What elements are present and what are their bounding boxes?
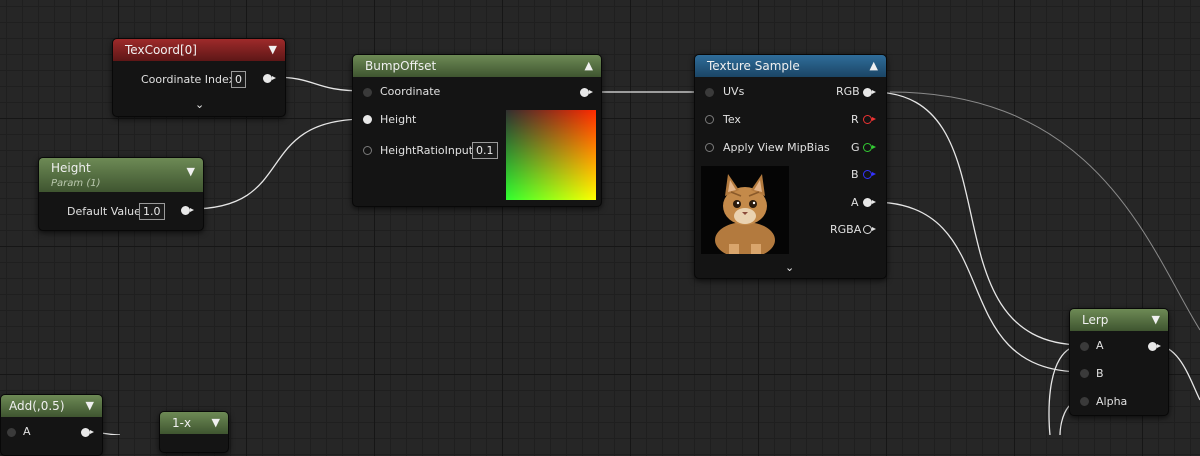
bumpoffset-title: BumpOffset xyxy=(365,59,437,73)
bumpoffset-output-pin[interactable] xyxy=(580,88,593,97)
texcoord-header[interactable]: TexCoord[0] ▼ xyxy=(113,39,285,61)
chevron-down-icon[interactable]: ▼ xyxy=(86,395,94,417)
coordinate-index-label: Coordinate Index xyxy=(141,73,236,86)
lerp-output-pin[interactable] xyxy=(1148,342,1161,351)
b-output-pin[interactable] xyxy=(863,170,876,179)
oneminus-header[interactable]: 1-x ▼ xyxy=(160,412,228,434)
chevron-down-icon[interactable]: ▼ xyxy=(1152,309,1160,331)
lerp-alpha-input-pin[interactable] xyxy=(1080,397,1089,406)
wire-rgb-to-lerp-a xyxy=(871,91,1084,346)
lerp-b-label: B xyxy=(1096,367,1104,380)
rgba-output-pin[interactable] xyxy=(863,225,876,234)
chevron-down-icon[interactable]: ⌄ xyxy=(785,261,794,274)
oneminus-node[interactable]: 1-x ▼ xyxy=(159,411,229,453)
texcoord-output-pin[interactable] xyxy=(263,74,276,83)
wire-height-to-bumpoffset xyxy=(189,118,367,210)
bumpoffset-node[interactable]: BumpOffset ▲ Coordinate Height HeightRat… xyxy=(352,54,602,207)
add-header[interactable]: Add(,0.5) ▼ xyxy=(1,395,102,417)
tex-input-pin[interactable] xyxy=(705,115,714,124)
uvs-label: UVs xyxy=(723,85,745,98)
a-output-pin[interactable] xyxy=(863,198,876,207)
lerp-a-input-pin[interactable] xyxy=(1080,342,1089,351)
height-subtitle: Param (1) xyxy=(51,178,101,189)
bumpoffset-preview xyxy=(506,110,596,200)
texcoord-title: TexCoord[0] xyxy=(125,43,197,57)
coordinate-label: Coordinate xyxy=(380,85,441,98)
texture-sample-node[interactable]: Texture Sample ▲ UVs Tex Apply View MipB… xyxy=(694,54,887,279)
heightratio-label: HeightRatioInput xyxy=(380,144,474,157)
coordinate-index-field[interactable]: 0 xyxy=(231,71,246,88)
height-param-node[interactable]: Height Param (1) ▼ Default Value 1.0 xyxy=(38,157,204,231)
lerp-header[interactable]: Lerp ▼ xyxy=(1070,309,1168,331)
uvs-input-pin[interactable] xyxy=(705,88,714,97)
texture-sample-header[interactable]: Texture Sample ▲ xyxy=(695,55,886,77)
texture-sample-title: Texture Sample xyxy=(707,59,800,73)
rgba-label: RGBA xyxy=(830,223,862,236)
heightratio-field[interactable]: 0.1 xyxy=(472,142,498,159)
kitten-texture-preview xyxy=(701,166,789,254)
texcoord-node[interactable]: TexCoord[0] ▼ Coordinate Index 0 ⌄ xyxy=(112,38,286,117)
mipbias-input-pin[interactable] xyxy=(705,143,714,152)
height-title: Height xyxy=(51,161,91,175)
r-output-pin[interactable] xyxy=(863,115,876,124)
height-label: Height xyxy=(380,113,417,126)
lerp-a-label: A xyxy=(1096,339,1104,352)
wire-rgb-offscreen xyxy=(889,91,1200,331)
oneminus-title: 1-x xyxy=(172,416,192,430)
lerp-title: Lerp xyxy=(1082,313,1109,327)
height-input-pin[interactable] xyxy=(363,115,372,124)
chevron-up-icon[interactable]: ▲ xyxy=(585,55,593,77)
add-node[interactable]: Add(,0.5) ▼ A xyxy=(0,394,103,456)
heightratio-input-pin[interactable] xyxy=(363,146,372,155)
coordinate-input-pin[interactable] xyxy=(363,88,372,97)
a-label: A xyxy=(851,196,859,209)
lerp-alpha-label: Alpha xyxy=(1096,395,1128,408)
height-output-pin[interactable] xyxy=(181,206,194,215)
g-output-pin[interactable] xyxy=(863,143,876,152)
chevron-down-icon[interactable]: ⌄ xyxy=(195,98,204,111)
bumpoffset-header[interactable]: BumpOffset ▲ xyxy=(353,55,601,77)
chevron-down-icon[interactable]: ▼ xyxy=(187,164,195,179)
add-title: Add(,0.5) xyxy=(9,399,65,413)
add-output-pin[interactable] xyxy=(81,428,94,437)
chevron-down-icon[interactable]: ▼ xyxy=(212,412,220,434)
default-value-label: Default Value xyxy=(67,205,141,218)
height-header[interactable]: Height Param (1) ▼ xyxy=(39,158,203,192)
add-a-label: A xyxy=(23,425,31,438)
lerp-b-input-pin[interactable] xyxy=(1080,369,1089,378)
mipbias-label: Apply View MipBias xyxy=(723,141,830,154)
chevron-down-icon[interactable]: ▼ xyxy=(269,39,277,61)
rgb-label: RGB xyxy=(836,85,860,98)
lerp-node[interactable]: Lerp ▼ A B Alpha xyxy=(1069,308,1169,416)
default-value-field[interactable]: 1.0 xyxy=(139,203,165,220)
add-a-input-pin[interactable] xyxy=(7,428,16,437)
rgb-output-pin[interactable] xyxy=(863,88,876,97)
g-label: G xyxy=(851,141,860,154)
chevron-up-icon[interactable]: ▲ xyxy=(870,55,878,77)
wire-a-to-lerp-b xyxy=(871,201,1084,373)
r-label: R xyxy=(851,113,859,126)
b-label: B xyxy=(851,168,859,181)
tex-label: Tex xyxy=(723,113,741,126)
